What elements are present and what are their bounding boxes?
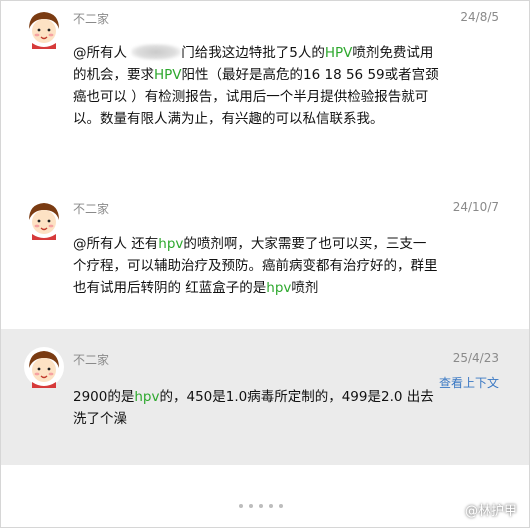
message-content[interactable]: @所有人 门给我这边特批了5人的HPV喷剂免费试用的机会，要求HPV阳性（最好是… — [73, 42, 439, 130]
highlighted-keyword: HPV — [324, 45, 353, 61]
redacted-blur — [131, 44, 182, 60]
view-context-link[interactable]: 查看上下文 — [439, 374, 499, 391]
message-content[interactable]: 2900的是hpv的，450是1.0病毒所定制的，499是2.0 出去洗了个澡 — [73, 386, 439, 430]
weibo-watermark: @林护甲 — [446, 500, 517, 519]
message-text: @所有人 — [73, 45, 132, 61]
sender-name: 不二家 — [73, 12, 110, 26]
watermark-text: @林护甲 — [464, 504, 517, 519]
message-text: 门给我这边特批了5人的 — [181, 45, 325, 61]
message-item-highlighted: 不二家 25/4/23 查看上下文 2900的是hpv的，450是1.0病毒所定… — [1, 329, 529, 465]
message-text: @所有人 还有 — [73, 236, 159, 252]
message-text: 喷剂 — [291, 280, 319, 296]
avatar[interactable] — [23, 198, 65, 240]
message-date: 25/4/23 — [452, 351, 499, 365]
message-item: 不二家 24/10/7 @所有人 还有hpv的喷剂啊，大家需要了也可以买，三支一… — [1, 181, 529, 329]
message-date: 24/10/7 — [452, 200, 499, 214]
message-text: 2900的是 — [73, 389, 135, 405]
sender-name: 不二家 — [73, 353, 110, 367]
highlighted-keyword: hpv — [266, 280, 292, 296]
highlighted-keyword: hpv — [158, 236, 184, 252]
message-content[interactable]: @所有人 还有hpv的喷剂啊，大家需要了也可以买，三支一个疗程，可以辅助治疗及预… — [73, 233, 439, 299]
chat-history-panel: 不二家 24/8/5 @所有人 门给我这边特批了5人的HPV喷剂免费试用的机会，… — [0, 0, 530, 528]
sender-name: 不二家 — [73, 202, 110, 216]
highlighted-keyword: HPV — [154, 67, 182, 83]
highlighted-keyword: hpv — [134, 389, 160, 405]
little-peggy-avatar-icon — [24, 8, 64, 49]
avatar[interactable] — [23, 346, 65, 388]
pagination-dots — [239, 504, 289, 512]
avatar[interactable] — [23, 7, 65, 49]
weibo-logo-icon — [446, 504, 461, 516]
little-peggy-avatar-icon — [24, 347, 64, 388]
little-peggy-avatar-icon — [24, 199, 64, 240]
message-item: 不二家 24/8/5 @所有人 门给我这边特批了5人的HPV喷剂免费试用的机会，… — [1, 1, 529, 181]
message-date: 24/8/5 — [460, 10, 499, 24]
